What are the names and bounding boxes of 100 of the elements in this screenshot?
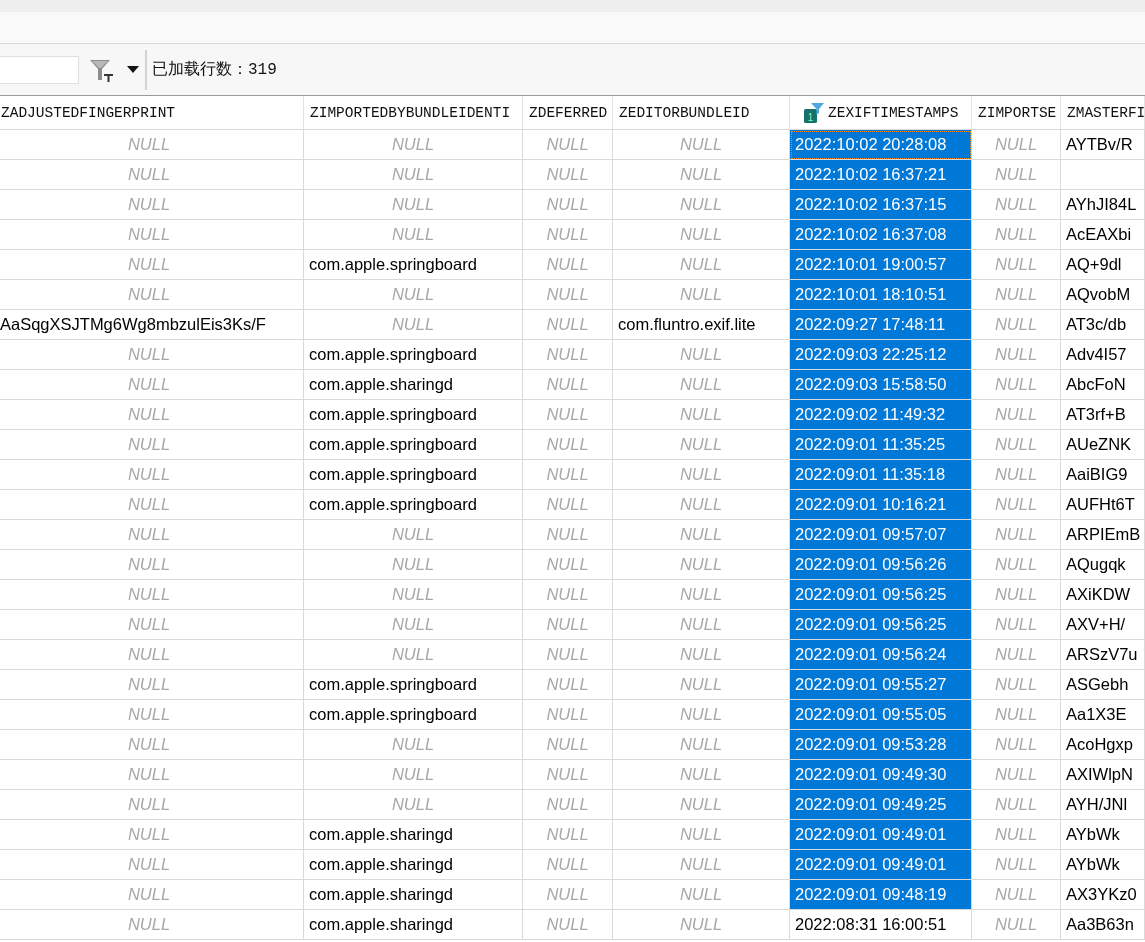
table-cell: NULL [0,520,304,550]
table-cell: 2022:10:01 18:10:51 [790,280,972,310]
table-cell: 2022:10:02 16:37:21 [790,160,972,190]
table-cell: NULL [523,910,613,940]
table-cell: NULL [0,580,304,610]
table-cell: NULL [972,370,1061,400]
table-cell: AXiKDW [1061,580,1145,610]
table-cell: NULL [523,580,613,610]
table-cell: AYTBv/R [1061,130,1145,160]
table-cell: 2022:10:02 16:37:08 [790,220,972,250]
table-cell: com.apple.sharingd [304,850,523,880]
loaded-rows-label: 已加载行数：319 [152,60,277,80]
table-cell: NULL [972,730,1061,760]
table-cell: AcoHgxp [1061,730,1145,760]
table-cell: NULL [523,610,613,640]
table-cell: NULL [972,550,1061,580]
table-cell: com.apple.springboard [304,400,523,430]
table-cell: AaiBIG9 [1061,460,1145,490]
table-cell: NULL [304,580,523,610]
table-cell: AQ+9dl [1061,250,1145,280]
column-header[interactable]: ZIMPORTEDBYBUNDLEIDENTI [304,96,523,130]
table-cell: AYH/JNl [1061,790,1145,820]
table-cell: com.apple.springboard [304,340,523,370]
table-cell: NULL [523,670,613,700]
caret-icon [127,66,139,73]
table-cell: 2022:09:01 09:56:25 [790,580,972,610]
table-cell: NULL [972,760,1061,790]
table-cell: NULL [523,370,613,400]
table-cell: NULL [523,160,613,190]
table-cell: NULL [0,370,304,400]
table-cell: NULL [523,460,613,490]
table-cell: NULL [304,790,523,820]
table-cell: NULL [523,550,613,580]
table-cell: NULL [972,130,1061,160]
table-cell: 2022:09:01 09:48:19 [790,880,972,910]
table-cell: AQugqk [1061,550,1145,580]
table-cell: NULL [523,760,613,790]
table-cell: NULL [972,910,1061,940]
table-cell: 2022:10:02 16:37:15 [790,190,972,220]
table-cell: NULL [0,160,304,190]
table-cell: NULL [972,490,1061,520]
table-cell: ARSzV7u [1061,640,1145,670]
column-header[interactable]: ZADJUSTEDFINGERPRINT [0,96,304,130]
table-cell: 2022:09:01 09:55:05 [790,700,972,730]
table-cell: NULL [0,220,304,250]
table-cell: NULL [0,730,304,760]
table-cell: 2022:09:01 10:16:21 [790,490,972,520]
column-header[interactable]: ZEDITORBUNDLEID [613,96,790,130]
table-cell: NULL [304,640,523,670]
table-cell: NULL [972,340,1061,370]
table-cell: NULL [972,700,1061,730]
table-cell: NULL [523,340,613,370]
search-field[interactable] [0,55,79,84]
table-cell: NULL [0,640,304,670]
table-cell: NULL [972,430,1061,460]
table-cell: NULL [304,190,523,220]
table-cell: 2022:10:01 19:00:57 [790,250,972,280]
table-cell: NULL [972,280,1061,310]
table-cell: NULL [523,700,613,730]
table-cell: AYbWk [1061,850,1145,880]
table-cell: NULL [523,850,613,880]
table-cell: NULL [304,730,523,760]
table-cell: Aa3B63n [1061,910,1145,940]
table-cell: NULL [523,730,613,760]
table-cell: 2022:09:01 09:55:27 [790,670,972,700]
table-cell: NULL [523,400,613,430]
table-cell: NULL [972,790,1061,820]
column-header[interactable]: ZDEFERRED [523,96,613,130]
table-cell: AT3c/db [1061,310,1145,340]
table-cell: NULL [0,550,304,580]
column-header[interactable]: ZIMPORTSE [972,96,1061,130]
table-cell: NULL [972,460,1061,490]
table-cell: NULL [0,460,304,490]
table-cell: 2022:09:02 11:49:32 [790,400,972,430]
table-cell: NULL [523,640,613,670]
table-cell: NULL [304,520,523,550]
table-cell: NULL [972,820,1061,850]
dropdown-button[interactable] [127,66,139,73]
table-cell: AUFHt6T [1061,490,1145,520]
table-cell: NULL [0,790,304,820]
table-cell: NULL [304,310,523,340]
table-cell: NULL [523,190,613,220]
table-cell: com.apple.sharingd [304,880,523,910]
table-cell: NULL [0,340,304,370]
table-cell: NULL [523,280,613,310]
table-cell: 2022:09:01 09:53:28 [790,730,972,760]
table-cell: NULL [972,580,1061,610]
table-cell: NULL [613,910,790,940]
filter-button[interactable] [89,57,113,82]
table-cell: NULL [0,400,304,430]
table-cell: com.apple.springboard [304,460,523,490]
table-cell: NULL [972,850,1061,880]
column-header[interactable]: ZMASTERFI [1061,96,1145,130]
table-cell: NULL [0,490,304,520]
table-cell: 2022:09:01 09:49:30 [790,760,972,790]
table-cell: com.apple.springboard [304,430,523,460]
table-cell: com.apple.springboard [304,670,523,700]
filter-icon [89,57,113,82]
table-cell: NULL [972,250,1061,280]
table-cell: ARPIEmB [1061,520,1145,550]
